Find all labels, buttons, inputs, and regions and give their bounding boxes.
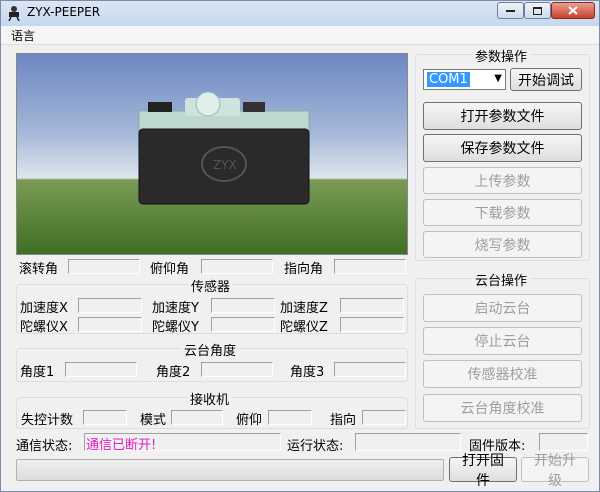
open-firmware-button[interactable]: 打开固件 xyxy=(449,453,517,489)
close-icon xyxy=(568,6,578,15)
camera-model-image: ZYX xyxy=(138,91,310,205)
title-bar[interactable]: ZYX-PEEPER xyxy=(1,1,599,26)
calibrate-sensor-button[interactable]: 传感器校准 xyxy=(423,360,582,388)
gimbal-angle-group-title: 云台角度 xyxy=(181,340,240,359)
upgrade-progress-bar xyxy=(16,459,444,481)
menu-bar: 语言 xyxy=(1,26,599,45)
yaw-field xyxy=(334,259,406,274)
run-status-label: 运行状态: xyxy=(287,439,344,454)
3d-camera-view: ZYX xyxy=(16,53,408,255)
menu-language[interactable]: 语言 xyxy=(11,27,35,44)
burn-params-button[interactable]: 烧写参数 xyxy=(423,231,582,258)
roll-label: 滚转角 xyxy=(19,262,59,277)
gyro-y-field xyxy=(211,317,275,332)
angle2-field xyxy=(201,362,273,377)
accel-x-field xyxy=(78,298,142,313)
svg-text:ZYX: ZYX xyxy=(213,158,237,172)
open-param-file-button[interactable]: 打开参数文件 xyxy=(423,102,582,130)
run-status-field xyxy=(355,433,461,451)
direction-field xyxy=(362,410,406,425)
pitch-field xyxy=(201,259,273,274)
mode-field xyxy=(171,410,223,425)
angle3-label: 角度3 xyxy=(290,365,325,380)
failsafe-label: 失控计数 xyxy=(21,413,74,428)
sensor-group-title: 传感器 xyxy=(188,276,234,295)
receiver-group-title: 接收机 xyxy=(187,389,233,408)
stop-gimbal-button[interactable]: 停止云台 xyxy=(423,327,582,355)
start-debug-button[interactable]: 开始调试 xyxy=(510,68,582,91)
pitch-label: 俯仰角 xyxy=(150,262,190,277)
firmware-version-field xyxy=(539,433,588,451)
gyro-z-field xyxy=(340,317,404,332)
receiver-pitch-field xyxy=(268,410,312,425)
angle2-label: 角度2 xyxy=(156,365,191,380)
receiver-pitch-label: 俯仰 xyxy=(236,413,263,428)
angle1-field xyxy=(65,362,137,377)
accel-x-label: 加速度X xyxy=(20,301,68,316)
accel-z-label: 加速度Z xyxy=(280,301,328,316)
window-title: ZYX-PEEPER xyxy=(27,5,101,19)
accel-y-label: 加速度Y xyxy=(152,301,199,316)
comm-status-field: 通信已断开! xyxy=(84,433,281,453)
angle3-field xyxy=(334,362,406,377)
calibrate-gimbal-angle-button[interactable]: 云台角度校准 xyxy=(423,394,582,422)
direction-label: 指向 xyxy=(330,413,357,428)
accel-y-field xyxy=(211,298,275,313)
gyro-x-field xyxy=(78,317,142,332)
maximize-button[interactable] xyxy=(524,2,551,19)
comm-status-label: 通信状态: xyxy=(16,439,73,454)
roll-field xyxy=(68,259,140,274)
gyro-y-label: 陀螺仪Y xyxy=(152,320,199,335)
close-button[interactable] xyxy=(551,2,595,19)
camera-app-icon xyxy=(8,6,20,21)
start-gimbal-button[interactable]: 启动云台 xyxy=(423,294,582,322)
gyro-z-label: 陀螺仪Z xyxy=(280,320,328,335)
comm-status-value: 通信已断开! xyxy=(86,438,157,453)
param-ops-group-title: 参数操作 xyxy=(472,46,531,65)
main-window: ZYX-PEEPER 语言 ZYX 滚转角 俯仰角 指向角 传感器 加速度X 加… xyxy=(0,0,600,492)
start-upgrade-button[interactable]: 开始升级 xyxy=(521,453,589,489)
chevron-down-icon: ▼ xyxy=(494,73,502,84)
download-params-button[interactable]: 下载参数 xyxy=(423,199,582,226)
maximize-icon xyxy=(533,6,542,15)
minimize-icon xyxy=(506,9,515,12)
upload-params-button[interactable]: 上传参数 xyxy=(423,167,582,194)
accel-z-field xyxy=(340,298,404,313)
com-port-select[interactable]: COM1 ▼ xyxy=(423,69,506,90)
failsafe-field xyxy=(83,410,127,425)
mode-label: 模式 xyxy=(140,413,167,428)
gimbal-ops-group-title: 云台操作 xyxy=(472,270,531,289)
save-param-file-button[interactable]: 保存参数文件 xyxy=(423,134,582,162)
com-port-value: COM1 xyxy=(427,72,470,87)
minimize-button[interactable] xyxy=(497,2,524,19)
gyro-x-label: 陀螺仪X xyxy=(20,320,68,335)
angle1-label: 角度1 xyxy=(20,365,55,380)
yaw-label: 指向角 xyxy=(284,262,324,277)
